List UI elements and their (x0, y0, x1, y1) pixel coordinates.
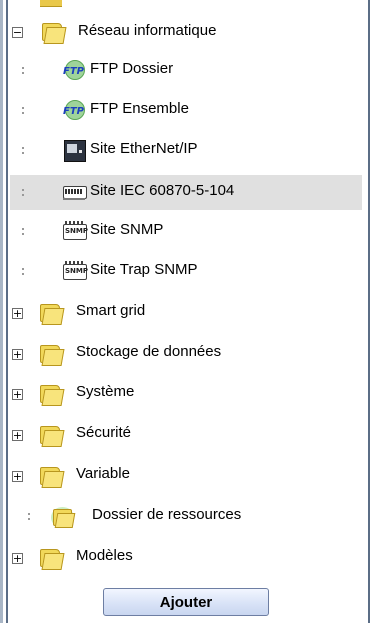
expand-toggle[interactable]: + (12, 308, 23, 319)
tree-connector (20, 188, 26, 198)
tree-item-label: Réseau informatique (78, 22, 217, 39)
tree-item-reseau-informatique[interactable]: − Réseau informatique (10, 16, 362, 48)
tree-item-modeles[interactable]: + Modèles (10, 541, 362, 573)
ftp-icon: FTP (62, 59, 86, 81)
tree-item-label: Système (76, 383, 135, 400)
tree-item-label: Dossier de ressources (92, 506, 242, 523)
tree-item-label: Modèles (76, 547, 133, 564)
tree-connector (20, 267, 26, 277)
tree-item-ftp-ensemble[interactable]: FTP FTP Ensemble (10, 94, 362, 126)
expand-toggle[interactable]: + (12, 553, 23, 564)
tree-item-site-iec-60870-5-104[interactable]: Site IEC 60870-5-104 (10, 175, 362, 210)
tree-item-label: Site Trap SNMP (90, 261, 198, 278)
tree-item-variable[interactable]: + Variable (10, 459, 362, 491)
expand-toggle[interactable]: + (12, 471, 23, 482)
tree-item-label: Variable (76, 465, 130, 482)
folder-icon (38, 383, 65, 406)
folder-icon (40, 21, 67, 44)
left-frame-inner-border (6, 0, 8, 623)
tree-item-label: FTP Ensemble (90, 100, 189, 117)
tree-item-label: Site IEC 60870-5-104 (90, 182, 235, 199)
add-button[interactable]: Ajouter (103, 588, 269, 616)
tree-item-label: Sécurité (76, 424, 132, 441)
snmp-icon: SNMP (62, 220, 88, 242)
iec-device-icon (62, 181, 87, 203)
tree-item-smart-grid[interactable]: + Smart grid (10, 296, 362, 328)
left-frame-border (0, 0, 3, 623)
folder-icon-partial (40, 0, 62, 7)
folder-icon (38, 547, 65, 570)
tree-item-label: Site EtherNet/IP (90, 140, 198, 157)
tree-connector (20, 66, 26, 76)
tree-item-site-snmp[interactable]: SNMP Site SNMP (10, 215, 362, 247)
snmp-icon: SNMP (62, 260, 88, 282)
folder-icon (38, 465, 65, 488)
tree-item-label: Site SNMP (90, 221, 164, 238)
tree-item-label: FTP Dossier (90, 60, 174, 77)
tree-connector (20, 146, 26, 156)
tree-item-label: Smart grid (76, 302, 146, 319)
tree-item-site-ethernet-ip[interactable]: Site EtherNet/IP (10, 134, 362, 166)
ftp-icon: FTP (62, 99, 86, 121)
expand-toggle[interactable]: + (12, 389, 23, 400)
tree-item-securite[interactable]: + Sécurité (10, 418, 362, 450)
tree-item-systeme[interactable]: + Système (10, 377, 362, 409)
folder-icon (38, 302, 65, 325)
resources-folder-icon (50, 506, 76, 528)
folder-icon (38, 343, 65, 366)
tree-item-ftp-dossier[interactable]: FTP FTP Dossier (10, 54, 362, 86)
collapse-toggle[interactable]: − (12, 27, 23, 38)
tree-item-site-trap-snmp[interactable]: SNMP Site Trap SNMP (10, 255, 362, 287)
tree-connector (26, 512, 32, 522)
folder-icon (38, 424, 65, 447)
expand-toggle[interactable]: + (12, 349, 23, 360)
tree-item-label: Stockage de données (76, 343, 222, 360)
ethernet-ip-device-icon (62, 139, 86, 162)
tree-connector (20, 106, 26, 116)
tree-connector (20, 227, 26, 237)
tree-item-stockage-de-donnees[interactable]: + Stockage de données (10, 337, 362, 369)
tree-item-dossier-de-ressources[interactable]: Dossier de ressources (10, 500, 362, 532)
expand-toggle[interactable]: + (12, 430, 23, 441)
